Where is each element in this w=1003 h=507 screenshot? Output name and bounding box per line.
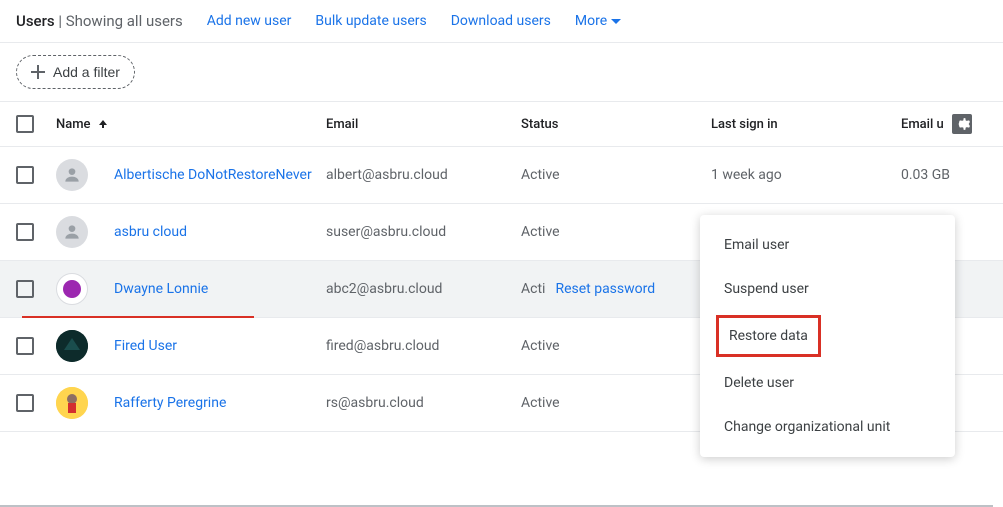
user-status: Active (521, 167, 711, 183)
header-status-col[interactable]: Status (521, 117, 711, 132)
user-name-link[interactable]: Rafferty Peregrine (114, 395, 226, 411)
user-email: rs@asbru.cloud (326, 395, 521, 411)
add-filter-label: Add a filter (53, 64, 120, 80)
header-signin-col[interactable]: Last sign in (711, 117, 901, 132)
menu-suspend-user[interactable]: Suspend user (700, 267, 955, 311)
header-emailusage-col[interactable]: Email u (901, 114, 987, 134)
avatar (56, 387, 88, 419)
row-checkbox[interactable] (16, 337, 34, 355)
select-all-checkbox[interactable] (16, 115, 34, 133)
bulk-update-users-link[interactable]: Bulk update users (315, 13, 426, 29)
user-email: albert@asbru.cloud (326, 167, 521, 183)
user-signin: 1 week ago (711, 167, 901, 183)
row-checkbox[interactable] (16, 223, 34, 241)
user-status: Acti Reset password (521, 281, 711, 297)
menu-email-user[interactable]: Email user (700, 223, 955, 267)
table-row[interactable]: Albertische DoNotRestoreNever albert@asb… (0, 147, 1003, 204)
user-context-menu: Email user Suspend user Restore data Del… (700, 215, 955, 457)
add-new-user-link[interactable]: Add new user (207, 13, 292, 29)
menu-delete-user[interactable]: Delete user (700, 361, 955, 405)
name-header-label: Name (56, 117, 91, 132)
page-header: Users | Showing all users Add new user B… (0, 0, 1003, 43)
avatar (56, 330, 88, 362)
reset-password-link[interactable]: Reset password (555, 281, 655, 297)
dropdown-arrow-icon (611, 19, 621, 24)
filter-bar: Add a filter (0, 43, 1003, 102)
user-email: suser@asbru.cloud (326, 224, 521, 240)
user-email: fired@asbru.cloud (326, 338, 521, 354)
user-name-link[interactable]: Dwayne Lonnie (114, 281, 208, 297)
page-title: Users | Showing all users (16, 12, 183, 30)
add-filter-button[interactable]: Add a filter (16, 55, 135, 89)
user-name-link[interactable]: Fired User (114, 338, 177, 354)
user-name-link[interactable]: asbru cloud (114, 224, 187, 240)
plus-icon (31, 65, 45, 79)
row-checkbox[interactable] (16, 166, 34, 184)
annotation-underline (22, 316, 254, 318)
row-checkbox[interactable] (16, 394, 34, 412)
download-users-link[interactable]: Download users (451, 13, 551, 29)
settings-gear-icon[interactable] (952, 114, 972, 134)
status-text: Acti (521, 281, 545, 297)
menu-restore-data[interactable]: Restore data (716, 315, 821, 357)
table-header: Name Email Status Last sign in Email u (0, 102, 1003, 147)
more-menu-link[interactable]: More (575, 13, 621, 29)
header-name-col[interactable]: Name (56, 117, 326, 132)
avatar (56, 273, 88, 305)
avatar (56, 216, 88, 248)
header-checkbox-col (16, 115, 56, 133)
title-subtitle: Showing all users (66, 12, 183, 30)
emailusage-label: Email u (901, 117, 944, 132)
header-email-col[interactable]: Email (326, 117, 521, 132)
user-email: abc2@asbru.cloud (326, 281, 521, 297)
row-checkbox[interactable] (16, 280, 34, 298)
user-status: Active (521, 338, 711, 354)
title-bold: Users (16, 12, 55, 30)
menu-change-org-unit[interactable]: Change organizational unit (700, 405, 955, 449)
user-name-link[interactable]: Albertische DoNotRestoreNever (114, 167, 312, 183)
user-status: Active (521, 395, 711, 411)
more-label: More (575, 13, 607, 29)
user-status: Active (521, 224, 711, 240)
user-usage: 0.03 GB (901, 167, 987, 183)
avatar (56, 159, 88, 191)
sort-arrow-up-icon (97, 118, 109, 130)
